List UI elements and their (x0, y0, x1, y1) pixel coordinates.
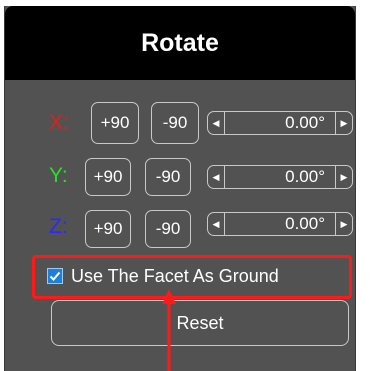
checkmark-icon (49, 271, 61, 281)
z-minus-90-button[interactable]: -90 (145, 210, 191, 248)
caret-right-icon[interactable]: ▶ (335, 166, 352, 188)
axis-label-y: Y: (49, 164, 68, 187)
panel-title: Rotate (5, 6, 355, 80)
caret-right-icon[interactable]: ▶ (335, 112, 352, 134)
x-angle-spinner[interactable]: ◀ 0.00° ▶ (207, 111, 353, 135)
x-minus-90-button[interactable]: -90 (151, 102, 199, 144)
reset-button[interactable]: Reset (51, 300, 349, 346)
use-facet-as-ground-label[interactable]: Use The Facet As Ground (71, 266, 279, 287)
y-plus-90-button[interactable]: +90 (85, 158, 131, 196)
z-angle-spinner[interactable]: ◀ 0.00° ▶ (207, 212, 353, 236)
axis-label-z: Z: (49, 215, 68, 238)
x-angle-value: 0.00° (285, 113, 325, 132)
z-angle-value: 0.00° (285, 214, 325, 233)
caret-right-icon[interactable]: ▶ (335, 213, 352, 235)
y-angle-spinner[interactable]: ◀ 0.00° ▶ (207, 165, 353, 189)
use-facet-as-ground-highlight: Use The Facet As Ground (32, 255, 352, 299)
rotate-panel: Rotate X: +90 -90 ◀ 0.00° ▶ Y: +90 -90 ◀… (4, 6, 356, 371)
y-angle-value: 0.00° (285, 167, 325, 186)
x-plus-90-button[interactable]: +90 (91, 102, 139, 144)
caret-left-icon[interactable]: ◀ (208, 166, 225, 188)
z-plus-90-button[interactable]: +90 (85, 210, 131, 248)
y-minus-90-button[interactable]: -90 (145, 158, 191, 196)
axis-label-x: X: (49, 111, 69, 134)
use-facet-as-ground-checkbox[interactable] (47, 268, 63, 284)
caret-left-icon[interactable]: ◀ (208, 213, 225, 235)
caret-left-icon[interactable]: ◀ (208, 112, 225, 134)
